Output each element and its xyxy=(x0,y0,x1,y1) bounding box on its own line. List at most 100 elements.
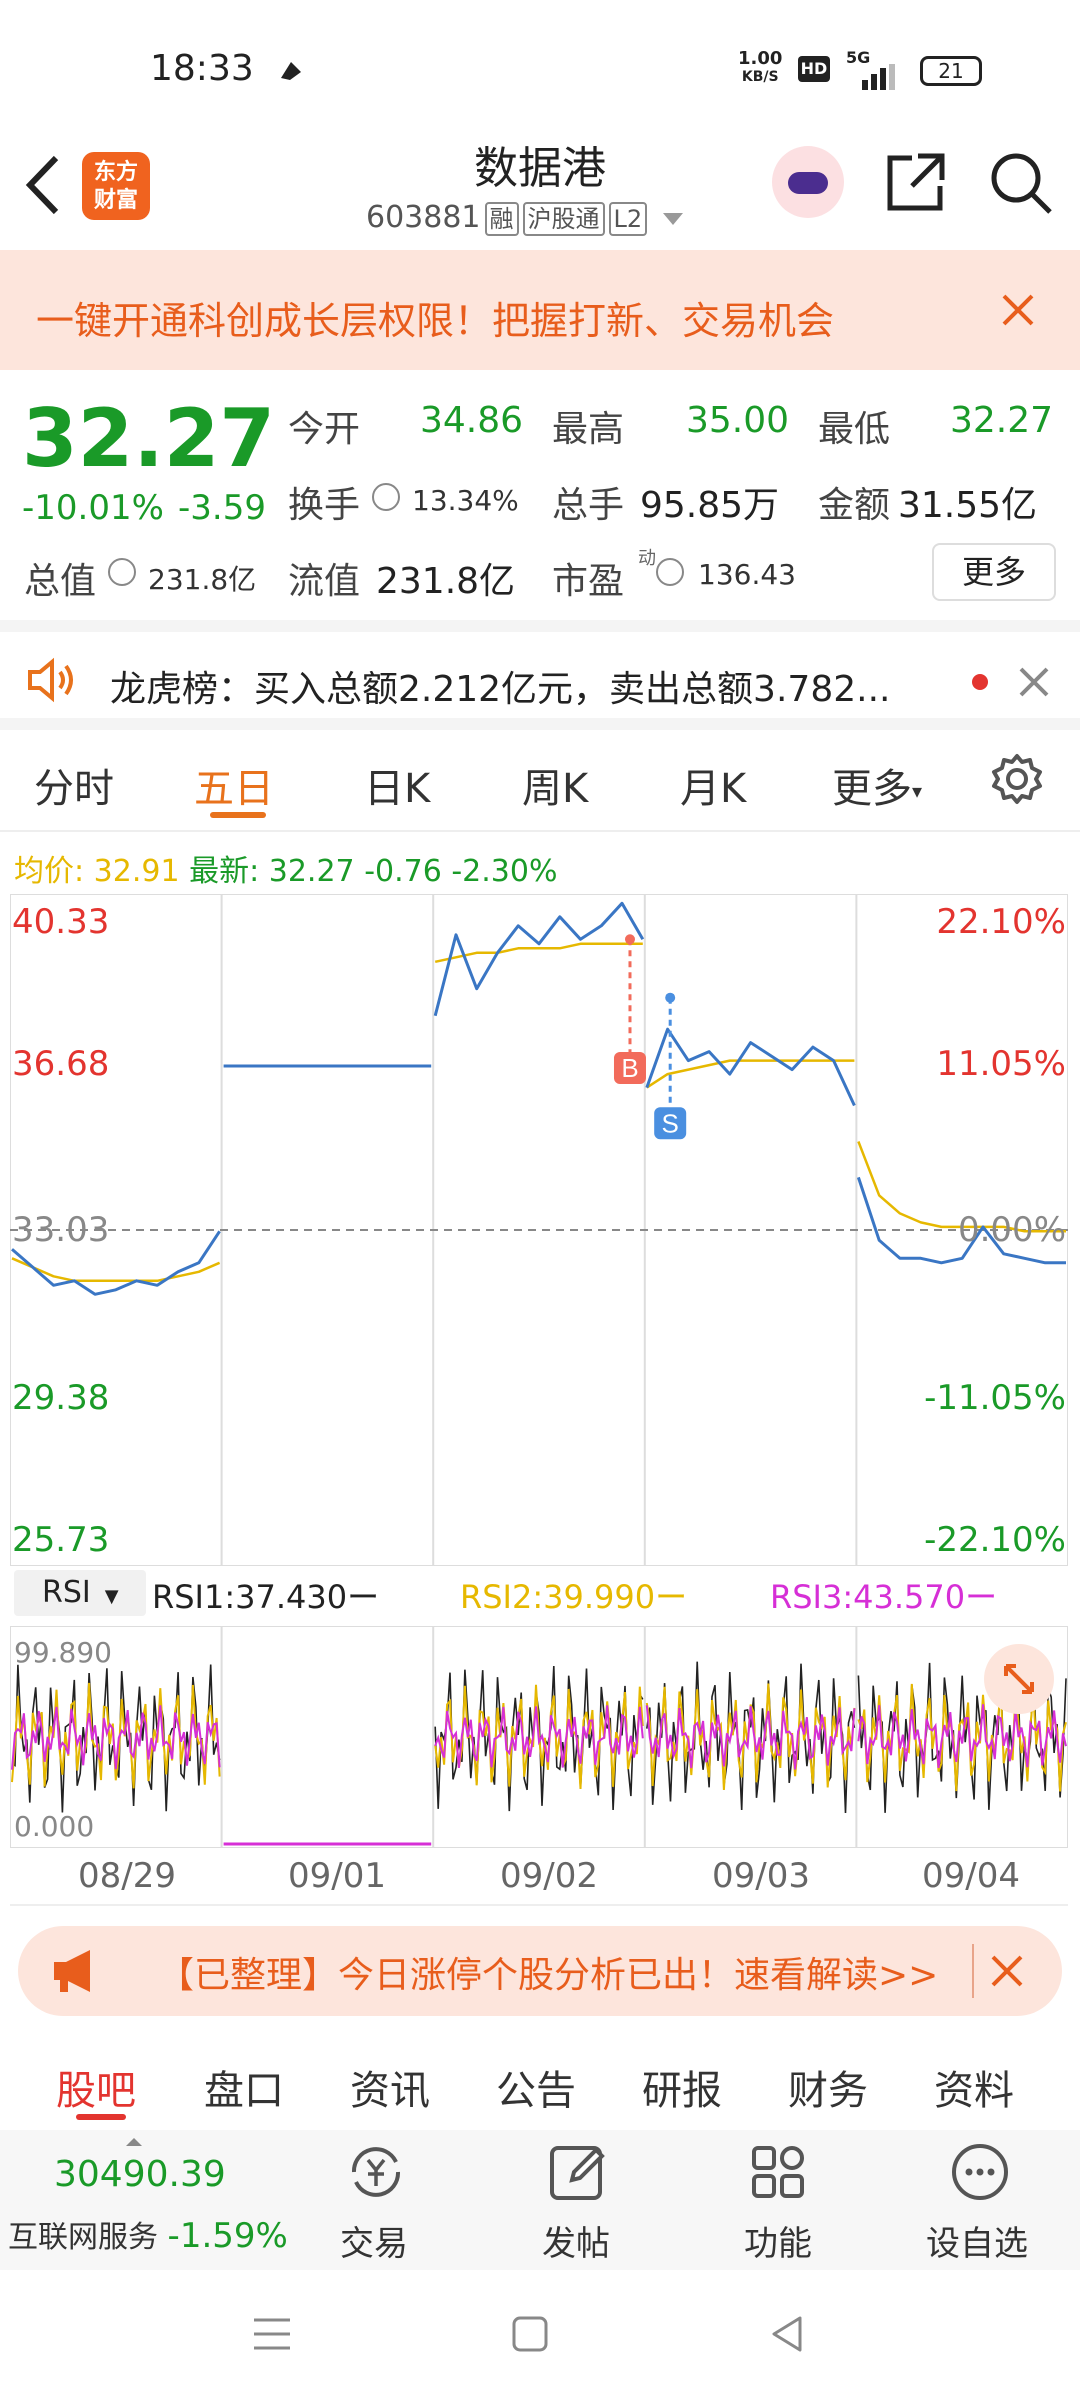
amount-label: 金额 xyxy=(818,485,891,526)
float-cap-value: 231.8亿 xyxy=(376,561,516,602)
net-speed-unit: KB/S xyxy=(741,69,779,85)
system-nav-bar xyxy=(0,2270,1080,2400)
menu-icon[interactable] xyxy=(252,2316,292,2356)
network-speed: 1.00 KB/S xyxy=(738,50,782,86)
current-price: 32.27 xyxy=(22,392,276,485)
info-icon[interactable] xyxy=(372,483,400,511)
indicator-selector-label: RSI xyxy=(42,1575,91,1610)
y-tick-right: -22.10% xyxy=(924,1520,1066,1560)
tab-news[interactable]: 资讯 xyxy=(350,2058,430,2116)
divider xyxy=(10,1904,1068,1906)
trade-label[interactable]: 交易 xyxy=(340,2216,408,2265)
price-line xyxy=(433,901,645,1017)
y-tick-right: 22.10% xyxy=(936,902,1066,942)
expand-icon[interactable] xyxy=(984,1644,1054,1714)
divider xyxy=(972,1944,974,1998)
tab-monthly-k[interactable]: 月K xyxy=(680,756,746,814)
latest-pct: -2.30% xyxy=(451,854,558,889)
tab-forum[interactable]: 股吧 xyxy=(56,2058,136,2116)
y-tick-right: 0.00% xyxy=(957,1210,1066,1250)
dragon-tiger-notice[interactable]: 龙虎榜：买入总额2.212亿元，卖出总额3.782... xyxy=(0,620,1080,730)
tag-stock-connect: 沪股通 xyxy=(522,202,605,236)
sector-index-value[interactable]: 30490.39 xyxy=(54,2154,226,2195)
five-day-price-chart[interactable]: BS xyxy=(10,894,1068,1566)
promo-banner[interactable]: 一键开通科创成长层权限！把握打新、交易机会 xyxy=(0,250,1080,370)
tab-more-label: 更多 xyxy=(832,766,912,812)
search-icon[interactable] xyxy=(988,150,1054,220)
add-watchlist-label[interactable]: 设自选 xyxy=(926,2216,1028,2265)
tab-intraday[interactable]: 分时 xyxy=(34,756,114,814)
tag-level2: L2 xyxy=(608,202,648,236)
rsi-chart[interactable] xyxy=(10,1626,1068,1848)
rsi2-text: RSI2:39.990 xyxy=(460,1578,656,1616)
rsi1-value: RSI1:37.430ー xyxy=(152,1578,380,1616)
info-icon[interactable] xyxy=(108,558,136,586)
status-bar: 18:33 1.00 KB/S HD 5G 21 xyxy=(0,0,1080,140)
close-icon[interactable] xyxy=(990,1954,1024,1992)
ai-assistant-avatar[interactable] xyxy=(772,146,844,218)
sell-marker-label: S xyxy=(662,1108,679,1138)
rsi3-value: RSI3:43.570ー xyxy=(770,1578,998,1616)
functions-label[interactable]: 功能 xyxy=(744,2216,812,2265)
share-icon[interactable] xyxy=(884,150,948,218)
open-label: 今开 xyxy=(288,409,361,450)
x-tick-date: 09/01 xyxy=(288,1856,386,1896)
notification-icon xyxy=(278,58,304,88)
expand-up-icon[interactable] xyxy=(126,2138,142,2146)
y-tick-left: 40.33 xyxy=(12,902,110,942)
tab-more[interactable]: 更多▾ xyxy=(832,756,922,814)
avg-label: 均价: xyxy=(14,854,85,889)
tab-weekly-k[interactable]: 周K xyxy=(522,756,588,814)
sector-index-row[interactable]: 互联网服务 -1.59% xyxy=(8,2212,288,2256)
rsi-top-label: 99.890 xyxy=(14,1636,112,1669)
tab-announcements[interactable]: 公告 xyxy=(496,2058,576,2116)
sell-marker-dot xyxy=(665,992,676,1003)
price-line xyxy=(645,1027,856,1107)
market-cap-value: 231.8亿 xyxy=(148,563,257,596)
stock-code: 603881 xyxy=(366,200,481,235)
back-nav-icon[interactable] xyxy=(768,2314,808,2358)
y-tick-left: 36.68 xyxy=(12,1044,110,1084)
turnover-label: 换手 xyxy=(288,485,361,526)
dropdown-icon xyxy=(662,212,683,225)
sector-change: -1.59% xyxy=(167,2216,288,2256)
stock-code-row[interactable]: 603881 融沪股通 L2 xyxy=(366,200,683,236)
tab-order-book[interactable]: 盘口 xyxy=(204,2058,284,2116)
tab-daily-k[interactable]: 日K xyxy=(364,756,430,814)
tab-five-day[interactable]: 五日 xyxy=(194,756,274,814)
functions-icon[interactable] xyxy=(746,2140,810,2208)
hd-icon: HD xyxy=(798,56,830,82)
post-icon[interactable] xyxy=(546,2140,610,2208)
tab-research[interactable]: 研报 xyxy=(642,2058,722,2116)
ad-banner[interactable]: 【已整理】今日涨停个股分析已出！速看解读>> xyxy=(18,1926,1062,2016)
buy-marker-dot xyxy=(624,934,635,945)
settings-gear-icon[interactable] xyxy=(990,752,1044,810)
x-tick-date: 09/03 xyxy=(712,1856,810,1896)
change-percent: -10.01% xyxy=(22,488,164,528)
high-value: 35.00 xyxy=(686,400,790,441)
tab-profile[interactable]: 资料 xyxy=(934,2058,1014,2116)
post-label[interactable]: 发帖 xyxy=(542,2216,610,2265)
add-watchlist-icon[interactable] xyxy=(948,2140,1012,2208)
low-label: 最低 xyxy=(818,409,891,450)
active-tab-indicator xyxy=(210,812,266,818)
tab-financials[interactable]: 财务 xyxy=(788,2058,868,2116)
close-icon[interactable] xyxy=(1000,292,1036,332)
more-button[interactable]: 更多 xyxy=(932,543,1056,601)
pe-label: 市盈 xyxy=(552,561,625,602)
indicator-selector[interactable]: RSI ▼ xyxy=(14,1570,146,1616)
info-icon[interactable] xyxy=(656,558,684,586)
trade-icon[interactable] xyxy=(344,2140,408,2208)
notice-text: 龙虎榜：买入总额2.212亿元，卖出总额3.782... xyxy=(110,669,891,710)
home-icon[interactable] xyxy=(510,2314,550,2358)
ad-text: 【已整理】今日涨停个股分析已出！速看解读>> xyxy=(158,1955,939,1996)
volume-label: 总手 xyxy=(552,485,625,526)
close-icon[interactable] xyxy=(1018,666,1050,702)
turnover-value: 13.34% xyxy=(412,484,519,517)
float-cap-label: 流值 xyxy=(288,561,361,602)
rsi3-text: RSI3:43.570 xyxy=(770,1578,966,1616)
y-tick-right: 11.05% xyxy=(936,1044,1066,1084)
high-label: 最高 xyxy=(552,409,625,450)
y-tick-left: 33.03 xyxy=(12,1210,110,1250)
rsi-bottom-label: 0.000 xyxy=(14,1810,95,1843)
